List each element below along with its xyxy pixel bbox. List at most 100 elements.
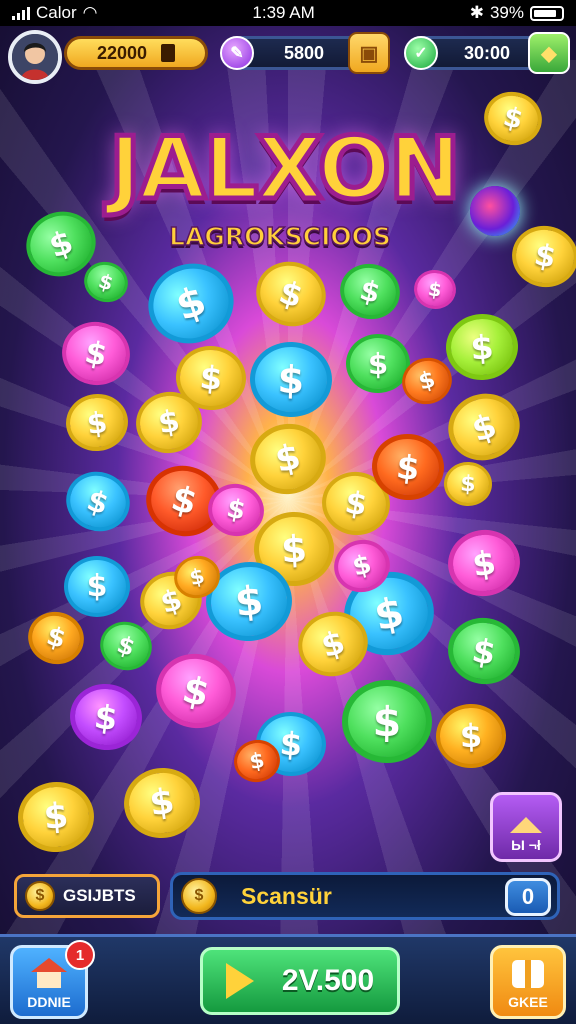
side-house-button[interactable]: Ы ¬ł bbox=[490, 792, 562, 862]
dollar-sign-icon: $ bbox=[469, 541, 499, 585]
coin-14[interactable]: $ bbox=[439, 384, 529, 470]
dollar-sign-icon: $ bbox=[459, 716, 483, 756]
house-roof-icon bbox=[510, 817, 542, 833]
carrier-name: Calor bbox=[36, 3, 77, 22]
coin-36[interactable]: $ bbox=[15, 778, 97, 856]
coin-21[interactable]: $ bbox=[64, 556, 130, 617]
notification-badge: 1 bbox=[65, 940, 95, 970]
battery-icon bbox=[530, 5, 564, 21]
gift-label: GKEE bbox=[508, 994, 548, 1010]
dollar-sign-icon: $ bbox=[469, 326, 495, 368]
scanner-label: Scansür bbox=[241, 882, 332, 909]
play-button[interactable]: 2V.500 bbox=[200, 947, 400, 1015]
coin-4[interactable]: $ bbox=[56, 316, 136, 391]
coin-5[interactable]: $ bbox=[411, 267, 459, 312]
player-avatar[interactable] bbox=[8, 30, 62, 84]
game-subtitle: LAGROKSCIOOS bbox=[168, 221, 391, 252]
game-title: JALXON bbox=[107, 119, 464, 219]
gift-icon bbox=[512, 960, 544, 988]
coin-12[interactable]: $ bbox=[243, 416, 333, 502]
add-energy-button[interactable]: ◆ bbox=[528, 32, 570, 74]
dollar-sign-icon: $ bbox=[247, 747, 267, 775]
dollar-sign-icon: $ bbox=[394, 446, 422, 488]
dollar-sign-icon: $ bbox=[367, 346, 389, 381]
dollar-sign-icon: $ bbox=[224, 493, 248, 527]
coin-counter[interactable]: 22000 bbox=[64, 36, 208, 70]
battery-percent: 39% bbox=[489, 3, 524, 22]
dollar-sign-icon: $ bbox=[232, 577, 266, 626]
side-house-label: Ы ¬ł bbox=[511, 837, 541, 853]
add-gems-button[interactable]: ▣ bbox=[348, 32, 390, 74]
coin-9[interactable]: $ bbox=[443, 311, 521, 383]
dollar-sign-icon: $ bbox=[277, 357, 305, 402]
gift-button[interactable]: GKEE bbox=[490, 945, 566, 1019]
dollar-sign-icon: $ bbox=[280, 526, 308, 572]
dollar-sign-icon: $ bbox=[278, 724, 304, 764]
dollar-sign-icon: $ bbox=[178, 667, 214, 715]
dollar-sign-icon: $ bbox=[92, 696, 120, 738]
coin-icon: $ bbox=[181, 878, 217, 914]
dollar-sign-icon: $ bbox=[370, 587, 408, 640]
coin-32[interactable]: $ bbox=[66, 679, 146, 755]
coin-2[interactable]: $ bbox=[248, 253, 334, 335]
dollar-sign-icon: $ bbox=[531, 237, 559, 276]
scanner-panel[interactable]: $ Scansür 0 bbox=[170, 872, 560, 920]
coin-24[interactable]: $ bbox=[443, 524, 525, 602]
dollar-sign-icon: $ bbox=[155, 403, 183, 442]
dollar-sign-icon: $ bbox=[466, 404, 502, 450]
coin-balance-panel[interactable]: $ GSIJBTS bbox=[14, 874, 160, 918]
clock: 1:39 AM bbox=[252, 3, 315, 22]
coin-stack-icon bbox=[161, 44, 176, 62]
coin-30[interactable]: $ bbox=[148, 645, 244, 737]
dollar-sign-icon: $ bbox=[316, 622, 350, 666]
check-icon: ✓ bbox=[404, 36, 438, 70]
play-value: 2V.500 bbox=[281, 964, 375, 997]
coin-8[interactable]: $ bbox=[345, 333, 411, 394]
potion-icon: ✎ bbox=[220, 36, 254, 70]
coin-37[interactable]: $ bbox=[119, 763, 205, 843]
scanner-action-button[interactable]: 0 bbox=[505, 878, 551, 916]
dollar-sign-icon: $ bbox=[44, 222, 78, 266]
coin-10[interactable]: $ bbox=[62, 390, 132, 455]
coin-28[interactable]: $ bbox=[93, 614, 159, 678]
dollar-sign-icon: $ bbox=[372, 697, 402, 746]
dollar-sign-icon: $ bbox=[187, 563, 207, 591]
coin-31[interactable]: $ bbox=[442, 612, 526, 690]
dollar-sign-icon: $ bbox=[83, 482, 113, 521]
dollar-sign-icon: $ bbox=[415, 366, 439, 396]
coin-15[interactable]: $ bbox=[58, 463, 138, 540]
coin-29[interactable]: $ bbox=[21, 605, 91, 671]
dollar-sign-icon: $ bbox=[198, 358, 224, 398]
coin-1[interactable]: $ bbox=[137, 251, 245, 356]
info-bar: $ GSIJBTS $ Scansür 0 bbox=[0, 870, 576, 924]
dollar-sign-icon: $ bbox=[349, 549, 375, 583]
coin-42[interactable]: $ bbox=[79, 256, 133, 308]
dollar-sign-icon: $ bbox=[95, 268, 117, 296]
dollar-sign-icon: $ bbox=[81, 333, 111, 374]
coin-20[interactable]: $ bbox=[442, 460, 494, 508]
wifi-icon: ◠ bbox=[82, 3, 98, 22]
dollar-sign-icon: $ bbox=[426, 277, 444, 302]
dollar-sign-icon: $ bbox=[86, 569, 108, 604]
coin-44[interactable]: $ bbox=[506, 220, 576, 293]
dollar-sign-icon: $ bbox=[469, 629, 499, 673]
dollar-sign-icon: $ bbox=[84, 404, 110, 441]
bluetooth-icon: ✱ bbox=[469, 3, 484, 22]
coin-34[interactable]: $ bbox=[341, 679, 433, 764]
coin-35[interactable]: $ bbox=[434, 702, 508, 770]
resource-bar: 22000 5800 ✎ ▣ 30:00 ✓ ◆ bbox=[0, 28, 576, 84]
dollar-sign-icon: $ bbox=[42, 796, 70, 838]
sparkle-orb-icon bbox=[470, 186, 520, 236]
coin-7[interactable]: $ bbox=[248, 340, 334, 419]
dollar-sign-icon: $ bbox=[113, 630, 139, 662]
signal-icon bbox=[12, 6, 30, 20]
gem-count: 5800 bbox=[283, 42, 325, 63]
status-bar: Calor ◠ 1:39 AM ✱ 39% bbox=[0, 0, 576, 26]
dollar-sign-icon: $ bbox=[271, 436, 305, 482]
dollar-sign-icon: $ bbox=[500, 101, 526, 136]
bottom-navigation: 1 DDNIE 2V.500 GKEE bbox=[0, 934, 576, 1024]
coin-icon: $ bbox=[25, 881, 55, 911]
coin-3[interactable]: $ bbox=[334, 257, 406, 326]
coin-count: 22000 bbox=[96, 42, 148, 63]
home-button[interactable]: 1 DDNIE bbox=[10, 940, 95, 1019]
